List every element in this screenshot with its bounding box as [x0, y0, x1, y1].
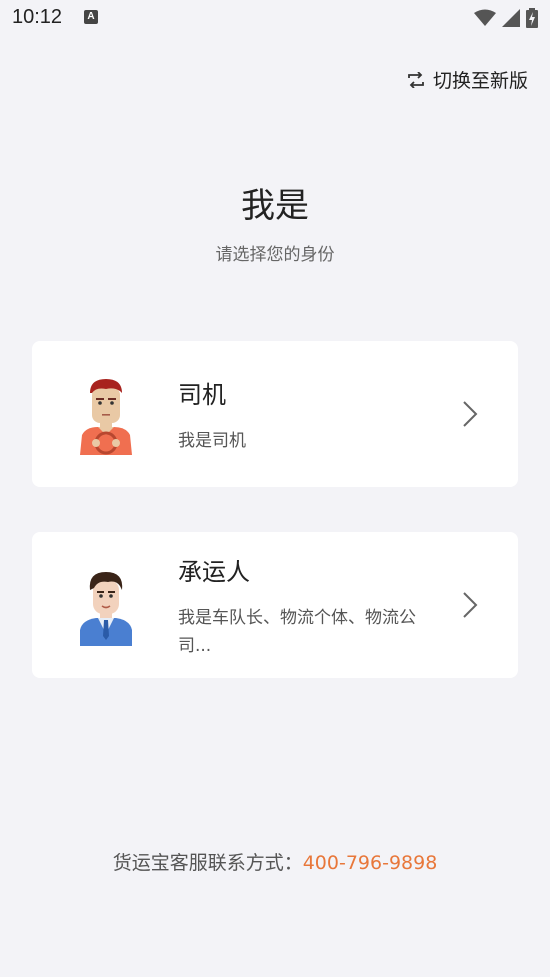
customer-service-phone-link[interactable]: 400-796-9898 [303, 852, 438, 874]
signal-icon [502, 9, 520, 27]
a-notification-icon: A [84, 10, 98, 24]
page-subtitle: 请选择您的身份 [215, 245, 335, 265]
role-title-carrier: 承运人 [178, 558, 250, 586]
role-title-driver: 司机 [178, 381, 226, 409]
wifi-icon [474, 9, 496, 26]
customer-service-footer: 货运宝客服联系方式：400-796-9898 [0, 848, 550, 875]
page-title: 我是 [241, 186, 309, 226]
role-desc-driver: 我是司机 [178, 431, 246, 451]
status-icons [474, 8, 538, 28]
role-card-carrier[interactable]: 承运人 我是车队长、物流个体、物流公司... [32, 532, 518, 678]
status-time: 10:12 [12, 6, 63, 28]
switch-version-label: 切换至新版 [432, 70, 528, 92]
customer-service-label: 货运宝客服联系方式： [112, 852, 303, 874]
swap-icon [408, 71, 424, 88]
role-card-driver[interactable]: 司机 我是司机 [32, 341, 518, 487]
chevron-right-icon [463, 592, 478, 618]
switch-version-button[interactable]: 切换至新版 [407, 66, 528, 93]
chevron-right-icon [463, 401, 478, 427]
status-bar: 10:12 A [0, 0, 550, 38]
driver-avatar-icon [80, 379, 132, 455]
battery-charging-icon [526, 8, 538, 28]
role-desc-carrier: 我是车队长、物流个体、物流公司... [178, 608, 416, 656]
carrier-avatar-icon [80, 572, 132, 646]
